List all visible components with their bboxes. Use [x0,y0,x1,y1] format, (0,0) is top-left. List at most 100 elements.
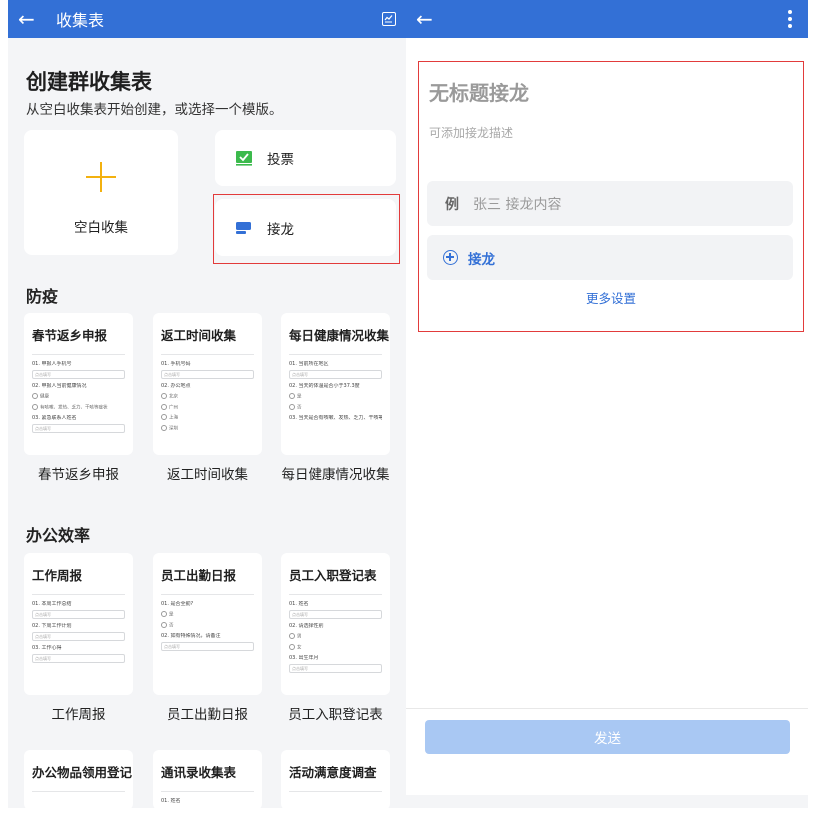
send-button[interactable]: 发送 [425,720,790,754]
template-card[interactable]: 返工时间收集 01. 手机号码 点击填写 02. 办公地点 北京 广州 上海 深… [153,313,262,455]
preview-input: 点击填写 [161,370,254,379]
preview-question: 01. 本周工作总结 [32,601,72,607]
chart-icon[interactable] [382,12,396,26]
template-card[interactable]: 办公物品领用登记 [24,750,133,808]
chain-label: 接龙 [267,221,294,238]
example-text: 张三 接龙内容 [473,196,562,213]
preview-option: 否 [161,622,254,630]
divider [289,594,382,595]
right-app-bar: ← [406,0,808,38]
preview-input: 点击填写 [32,654,125,663]
preview-input: 点击填写 [289,610,382,619]
preview-option: 男 [289,633,382,641]
template-card[interactable]: 员工入职登记表 01. 姓名 点击填写 02. 请选择性别 男 女 03. 出生… [281,553,390,695]
example-tag: 例 [445,196,459,213]
add-chain-entry-button[interactable]: 接龙 [427,235,793,280]
chain-form-highlight: 无标题接龙 可添加接龙描述 例 张三 接龙内容 接龙 更多设置 [418,61,804,332]
preview-input: 点击填写 [32,632,125,641]
page-title: 收集表 [56,11,105,30]
preview-input: 点击填写 [289,370,382,379]
preview-option: 是 [161,611,254,619]
preview-question: 03. 工作心得 [32,645,62,651]
vote-label: 投票 [267,152,294,168]
template-caption[interactable]: 工作周报 [24,703,133,723]
template-preview: 01. 手机号码 点击填写 02. 办公地点 北京 广州 上海 深圳 [153,361,262,432]
preview-option: 女 [289,644,382,652]
divider [406,708,808,709]
plus-icon [86,162,116,192]
preview-input: 点击填写 [32,370,125,379]
preview-question: 01. 申报人手机号 [32,361,72,367]
preview-question: 01. 是否全勤? [161,601,194,607]
preview-option: 有咳嗽、发热、乏力、干咳等症状 [32,404,125,412]
template-preview: 01. 当前所在地区 点击填写 02. 当天的体温是否小于37.3度 是 否 0… [281,361,390,422]
template-card[interactable]: 通讯录收集表 01. 姓名 [153,750,262,808]
flag-icon [236,221,251,234]
divider [161,791,254,792]
blank-form-card[interactable]: 空白收集 [24,130,178,255]
create-subtitle: 从空白收集表开始创建，或选择一个模版。 [26,102,283,118]
preview-question: 02. 如有特殊情况，请备注 [161,633,221,639]
more-settings-link[interactable]: 更多设置 [419,288,803,307]
arrow-left-icon[interactable]: ← [18,7,44,31]
example-entry: 例 张三 接龙内容 [427,181,793,226]
template-card[interactable]: 春节返乡申报 01. 申报人手机号 点击填写 02. 申报人当前健康情况 健康 … [24,313,133,455]
preview-question: 02. 办公地点 [161,383,191,389]
section-title-office: 办公效率 [26,526,91,545]
preview-input: 点击填写 [32,610,125,619]
preview-input: 点击填写 [161,642,254,651]
create-title: 创建群收集表 [26,70,152,94]
chain-description-input[interactable]: 可添加接龙描述 [429,124,513,141]
plus-circle-icon [443,250,458,265]
template-caption[interactable]: 春节返乡申报 [24,463,133,483]
template-caption[interactable]: 员工出勤日报 [153,703,262,723]
preview-question: 02. 当天的体温是否小于37.3度 [289,383,360,389]
template-caption[interactable]: 每日健康情况收集 [281,463,390,483]
template-card-title: 员工出勤日报 [161,568,237,583]
arrow-left-icon[interactable]: ← [416,7,433,31]
template-preview: 01. 申报人手机号 点击填写 02. 申报人当前健康情况 健康 有咳嗽、发热、… [24,361,133,433]
preview-question: 02. 请选择性别 [289,623,324,629]
template-card[interactable]: 工作周报 01. 本周工作总结 点击填写 02. 下周工作计划 点击填写 03.… [24,553,133,695]
template-caption[interactable]: 返工时间收集 [153,463,262,483]
preview-question: 03. 出生年月 [289,655,319,661]
left-app-bar: ← 收集表 [8,0,406,38]
template-card-title: 返工时间收集 [161,328,237,343]
preview-question: 02. 下周工作计划 [32,623,72,629]
divider [32,594,125,595]
preview-option: 深圳 [161,425,254,433]
preview-option: 健康 [32,393,125,401]
template-card-title: 每日健康情况收集 [289,328,390,343]
template-card-title: 通讯录收集表 [161,765,237,780]
preview-question: 01. 手机号码 [161,361,191,367]
template-card[interactable]: 每日健康情况收集 01. 当前所在地区 点击填写 02. 当天的体温是否小于37… [281,313,390,455]
add-chain-label: 接龙 [468,251,495,268]
preview-input: 点击填写 [289,664,382,673]
checkbox-icon [236,151,252,166]
template-preview: 01. 姓名 [153,798,262,805]
chain-editor-panel: ← 无标题接龙 可添加接龙描述 例 张三 接龙内容 接龙 更多设置 发送 [406,0,808,808]
template-card-title: 办公物品领用登记 [32,765,133,780]
template-preview: 01. 是否全勤? 是 否 02. 如有特殊情况，请备注 点击填写 [153,601,262,651]
vote-template-card[interactable]: 投票 [215,130,396,186]
divider [32,791,125,792]
divider [161,594,254,595]
divider [161,354,254,355]
preview-option: 上海 [161,414,254,422]
preview-question: 02. 申报人当前健康情况 [32,383,87,389]
more-vertical-icon[interactable] [788,10,792,28]
preview-option: 是 [289,393,382,401]
template-card[interactable]: 活动满意度调查 [281,750,390,808]
preview-question: 01. 姓名 [161,798,181,804]
template-preview: 01. 姓名 点击填写 02. 请选择性别 男 女 03. 出生年月 点击填写 [281,601,390,673]
template-card[interactable]: 员工出勤日报 01. 是否全勤? 是 否 02. 如有特殊情况，请备注 点击填写 [153,553,262,695]
chain-template-card[interactable]: 接龙 [215,199,396,256]
preview-question: 01. 姓名 [289,601,309,607]
preview-question: 03. 紧急联系人姓名 [32,415,77,421]
template-card-title: 员工入职登记表 [289,568,377,583]
template-caption[interactable]: 员工入职登记表 [281,703,390,723]
preview-option: 北京 [161,393,254,401]
chain-title-input[interactable]: 无标题接龙 [429,77,529,106]
blank-form-label: 空白收集 [74,220,128,236]
template-picker-panel: ← 收集表 创建群收集表 从空白收集表开始创建，或选择一个模版。 空白收集 投票… [8,0,406,808]
